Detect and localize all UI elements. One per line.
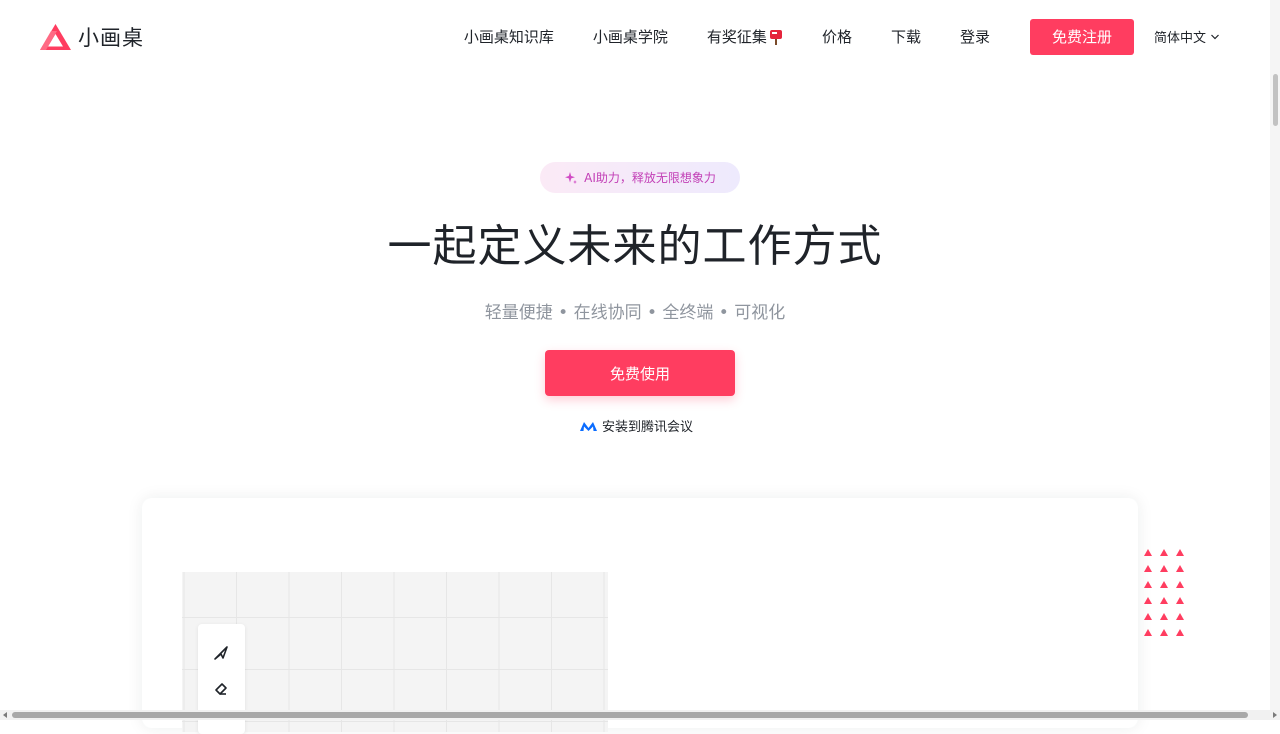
nav-item-label: 登录 [959, 28, 990, 46]
nav-item-knowledge-base[interactable]: 小画桌知识库 [464, 26, 554, 47]
hero-subtitle: 轻量便捷 • 在线协同 • 全终端 • 可视化 [484, 303, 786, 323]
nav-item-label: 有奖征集 [706, 28, 767, 46]
install-tencent-meeting-link[interactable]: 安装到腾讯会议 [579, 416, 693, 435]
sparkle-icon [565, 171, 578, 184]
nav-item-label: 小画桌知识库 [463, 28, 554, 46]
signup-button[interactable]: 免费注册 [1029, 18, 1134, 55]
nav-item-contest[interactable]: 有奖征集 [707, 26, 783, 47]
nav-item-label: 下载 [890, 28, 921, 46]
chevron-down-icon [1211, 34, 1219, 39]
main-nav: 小画桌知识库 小画桌学院 有奖征集 价格 下载 登录 免费注册 简体中文 [464, 18, 1220, 55]
mailbox-flag-icon [769, 29, 782, 45]
brand-logo[interactable]: 小画桌 [39, 22, 144, 52]
horizontal-scrollbar[interactable] [0, 710, 1280, 720]
scroll-right-arrow-icon[interactable] [1273, 712, 1277, 718]
ai-badge[interactable]: AI助力，释放无限想象力 [540, 162, 740, 193]
nav-item-label: 小画桌学院 [592, 28, 668, 46]
ai-badge-label: AI助力，释放无限想象力 [584, 171, 716, 185]
scroll-left-arrow-icon[interactable] [3, 712, 7, 718]
nav-item-login[interactable]: 登录 [960, 26, 990, 47]
horizontal-scrollbar-thumb[interactable] [12, 712, 1248, 718]
tencent-link-label: 安装到腾讯会议 [602, 420, 694, 435]
decorative-triangle-pattern [1144, 549, 1188, 639]
brand-name: 小画桌 [78, 26, 144, 50]
nav-item-download[interactable]: 下载 [891, 26, 921, 47]
free-use-button[interactable]: 免费使用 [545, 350, 735, 396]
brand-logo-icon [40, 24, 71, 50]
nav-item-academy[interactable]: 小画桌学院 [593, 26, 668, 47]
whiteboard-canvas[interactable] [182, 572, 608, 732]
top-header: 小画桌 小画桌知识库 小画桌学院 有奖征集 价格 下载 登录 免费注册 简体中文 [0, 0, 1270, 74]
tencent-meeting-icon [580, 421, 597, 431]
product-preview-card [142, 498, 1138, 734]
vertical-scrollbar-thumb[interactable] [1273, 74, 1278, 126]
select-arrow-icon[interactable] [212, 644, 230, 662]
language-selector[interactable]: 简体中文 [1154, 27, 1220, 46]
hero-title: 一起定义未来的工作方式 [387, 221, 883, 272]
vertical-scrollbar[interactable] [1270, 0, 1280, 710]
nav-item-label: 价格 [821, 28, 852, 46]
pencil-icon[interactable] [212, 680, 230, 698]
nav-item-pricing[interactable]: 价格 [822, 26, 852, 47]
language-label: 简体中文 [1153, 31, 1206, 46]
